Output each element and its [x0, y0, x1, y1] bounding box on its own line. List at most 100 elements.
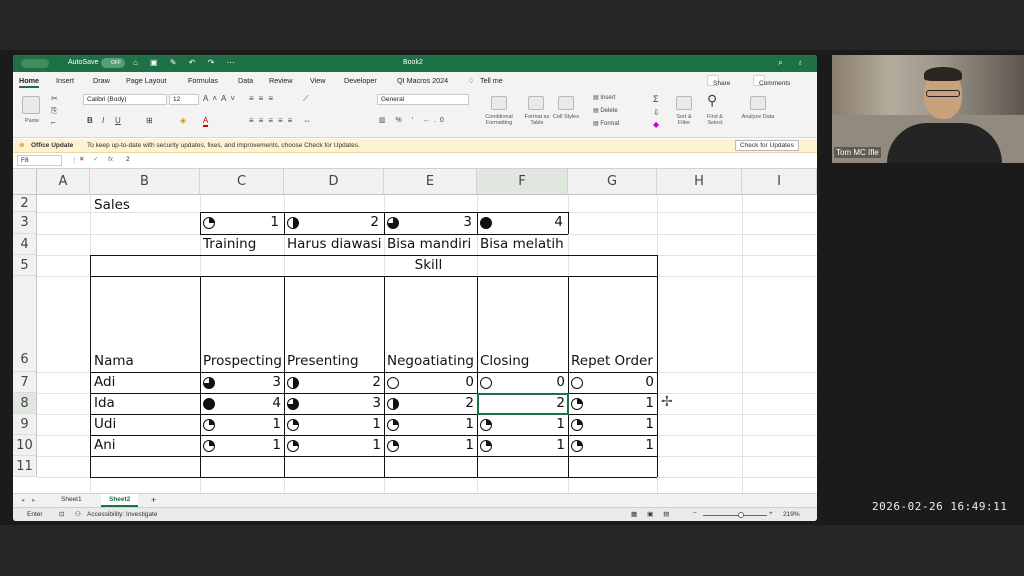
align-top-icons[interactable]: ≡≡≡ — [249, 94, 278, 103]
underline-button[interactable]: U — [115, 116, 121, 125]
analyze-data-icon[interactable] — [750, 96, 766, 110]
row-header-9[interactable]: 9 — [13, 414, 37, 435]
tab-data[interactable]: Data — [238, 76, 253, 85]
cell-c10[interactable]: 1 — [241, 437, 281, 453]
row-header-11[interactable]: 11 — [13, 456, 37, 477]
cell-g6[interactable]: Repet Order — [571, 353, 653, 369]
row-header-10[interactable]: 10 — [13, 435, 37, 456]
cell-f9[interactable]: 1 — [525, 416, 565, 432]
col-header-b[interactable]: B — [90, 169, 200, 195]
cell-styles-icon[interactable] — [558, 96, 574, 110]
search-icon[interactable]: ⌕ ♁ — [778, 58, 809, 68]
col-header-i[interactable]: I — [742, 169, 817, 195]
cell-c4[interactable]: Training — [203, 236, 256, 252]
row-header-4[interactable]: 4 — [13, 234, 37, 255]
select-all-corner[interactable] — [13, 169, 37, 195]
cell-d7[interactable]: 2 — [341, 374, 381, 390]
cell-e4[interactable]: Bisa mandiri — [387, 236, 471, 252]
tab-home[interactable]: Home — [19, 76, 39, 88]
number-format-select[interactable]: General — [377, 94, 469, 105]
col-header-h[interactable]: H — [657, 169, 742, 195]
tab-formulas[interactable]: Formulas — [188, 76, 218, 85]
row-header-6[interactable]: 6 — [13, 276, 37, 372]
cell-f8[interactable]: 2 — [525, 395, 565, 411]
cell-f3[interactable]: 4 — [523, 214, 563, 230]
cell-b9[interactable]: Udi — [94, 416, 116, 432]
window-controls[interactable] — [21, 59, 49, 68]
cell-e9[interactable]: 1 — [434, 416, 474, 432]
autosave-toggle[interactable]: OFF — [101, 58, 125, 68]
cell-g9[interactable]: 1 — [614, 416, 654, 432]
zoom-slider[interactable] — [703, 515, 767, 516]
cell-b10[interactable]: Ani — [94, 437, 116, 453]
view-mode-icons[interactable]: ▦▣▤ — [631, 510, 679, 518]
col-header-d[interactable]: D — [284, 169, 384, 195]
zoom-out-icon[interactable]: − — [693, 510, 697, 517]
comments-button[interactable]: Comments — [753, 75, 790, 87]
cell-d6[interactable]: Presenting — [287, 353, 359, 369]
find-select-icon[interactable]: ⚲ — [707, 92, 717, 109]
cell-g7[interactable]: 0 — [614, 374, 654, 390]
cell-c3[interactable]: 1 — [239, 214, 279, 230]
skill-merged-header[interactable]: Skill — [200, 257, 657, 273]
cancel-icon[interactable]: ✕ — [79, 155, 84, 163]
borders-icon[interactable]: ⊞ — [146, 116, 153, 125]
insert-cells-button[interactable]: ▤ Insert — [593, 94, 615, 101]
align-horizontal-icons[interactable]: ≡≡≡≡≡ — [249, 116, 297, 125]
add-sheet-icon[interactable]: + — [151, 495, 156, 505]
tab-developer[interactable]: Developer — [344, 76, 377, 85]
cell-c8[interactable]: 4 — [241, 395, 281, 411]
paste-icon[interactable] — [22, 96, 40, 114]
sheet-tab-sheet2[interactable]: Sheet2 — [101, 494, 139, 507]
tab-page-layout[interactable]: Page Layout — [126, 76, 166, 85]
share-button[interactable]: Share — [707, 75, 730, 87]
cell-d3[interactable]: 2 — [339, 214, 379, 230]
delete-cells-button[interactable]: ▤ Delete — [593, 107, 618, 114]
cell-c7[interactable]: 3 — [241, 374, 281, 390]
tab-qi-macros[interactable]: QI Macros 2024 — [397, 76, 448, 85]
copy-icon[interactable]: ⎘ — [51, 106, 57, 116]
bold-button[interactable]: B — [87, 116, 93, 125]
cell-e8[interactable]: 2 — [434, 395, 474, 411]
orientation-icon[interactable]: ⟋ — [303, 94, 309, 104]
tell-me-search[interactable]: Tell me — [480, 76, 503, 85]
cut-icon[interactable]: ✂ — [51, 94, 58, 103]
clear-icon[interactable]: ◆ — [653, 120, 659, 129]
tab-draw[interactable]: Draw — [93, 76, 110, 85]
cell-b8[interactable]: Ida — [94, 395, 115, 411]
row-header-7[interactable]: 7 — [13, 372, 37, 393]
zoom-level[interactable]: 219% — [783, 511, 800, 518]
cell-e6[interactable]: Negoatiating — [387, 353, 474, 369]
tab-insert[interactable]: Insert — [56, 76, 74, 85]
col-header-f[interactable]: F — [477, 169, 568, 195]
cell-g10[interactable]: 1 — [614, 437, 654, 453]
cell-f4[interactable]: Bisa melatih — [480, 236, 564, 252]
format-as-table-icon[interactable] — [528, 96, 544, 110]
italic-button[interactable]: I — [102, 116, 104, 125]
quick-access-icons[interactable]: ⌂ ▣ ✎ ↶ ↷ ⋯ — [133, 58, 240, 67]
fx-icon[interactable]: fx — [108, 156, 113, 163]
row-header-2[interactable]: 2 — [13, 195, 37, 212]
font-size-select[interactable]: 12 — [169, 94, 199, 105]
row-header-5[interactable]: 5 — [13, 255, 37, 276]
cell-b6[interactable]: Nama — [94, 353, 134, 369]
format-cells-button[interactable]: ▤ Format — [593, 120, 619, 127]
cell-d9[interactable]: 1 — [341, 416, 381, 432]
cell-f6[interactable]: Closing — [480, 353, 529, 369]
cell-f7[interactable]: 0 — [525, 374, 565, 390]
cell-c9[interactable]: 1 — [241, 416, 281, 432]
col-header-a[interactable]: A — [37, 169, 90, 195]
cell-e7[interactable]: 0 — [434, 374, 474, 390]
number-format-icons[interactable]: ▥ % ’ ←.0 — [379, 116, 448, 124]
cell-d8[interactable]: 3 — [341, 395, 381, 411]
accessibility-status[interactable]: Accessibility: Investigate — [87, 511, 157, 518]
col-header-e[interactable]: E — [384, 169, 477, 195]
col-header-c[interactable]: C — [200, 169, 284, 195]
cell-f10[interactable]: 1 — [525, 437, 565, 453]
conditional-formatting-icon[interactable] — [491, 96, 507, 110]
worksheet-grid[interactable]: A B C D E F G H I 2 3 4 5 6 7 8 9 10 11 — [13, 169, 817, 493]
font-color-icon[interactable]: A — [203, 116, 209, 127]
cell-g8[interactable]: 1 — [614, 395, 654, 411]
tab-view[interactable]: View — [310, 76, 325, 85]
cell-e3[interactable]: 3 — [432, 214, 472, 230]
